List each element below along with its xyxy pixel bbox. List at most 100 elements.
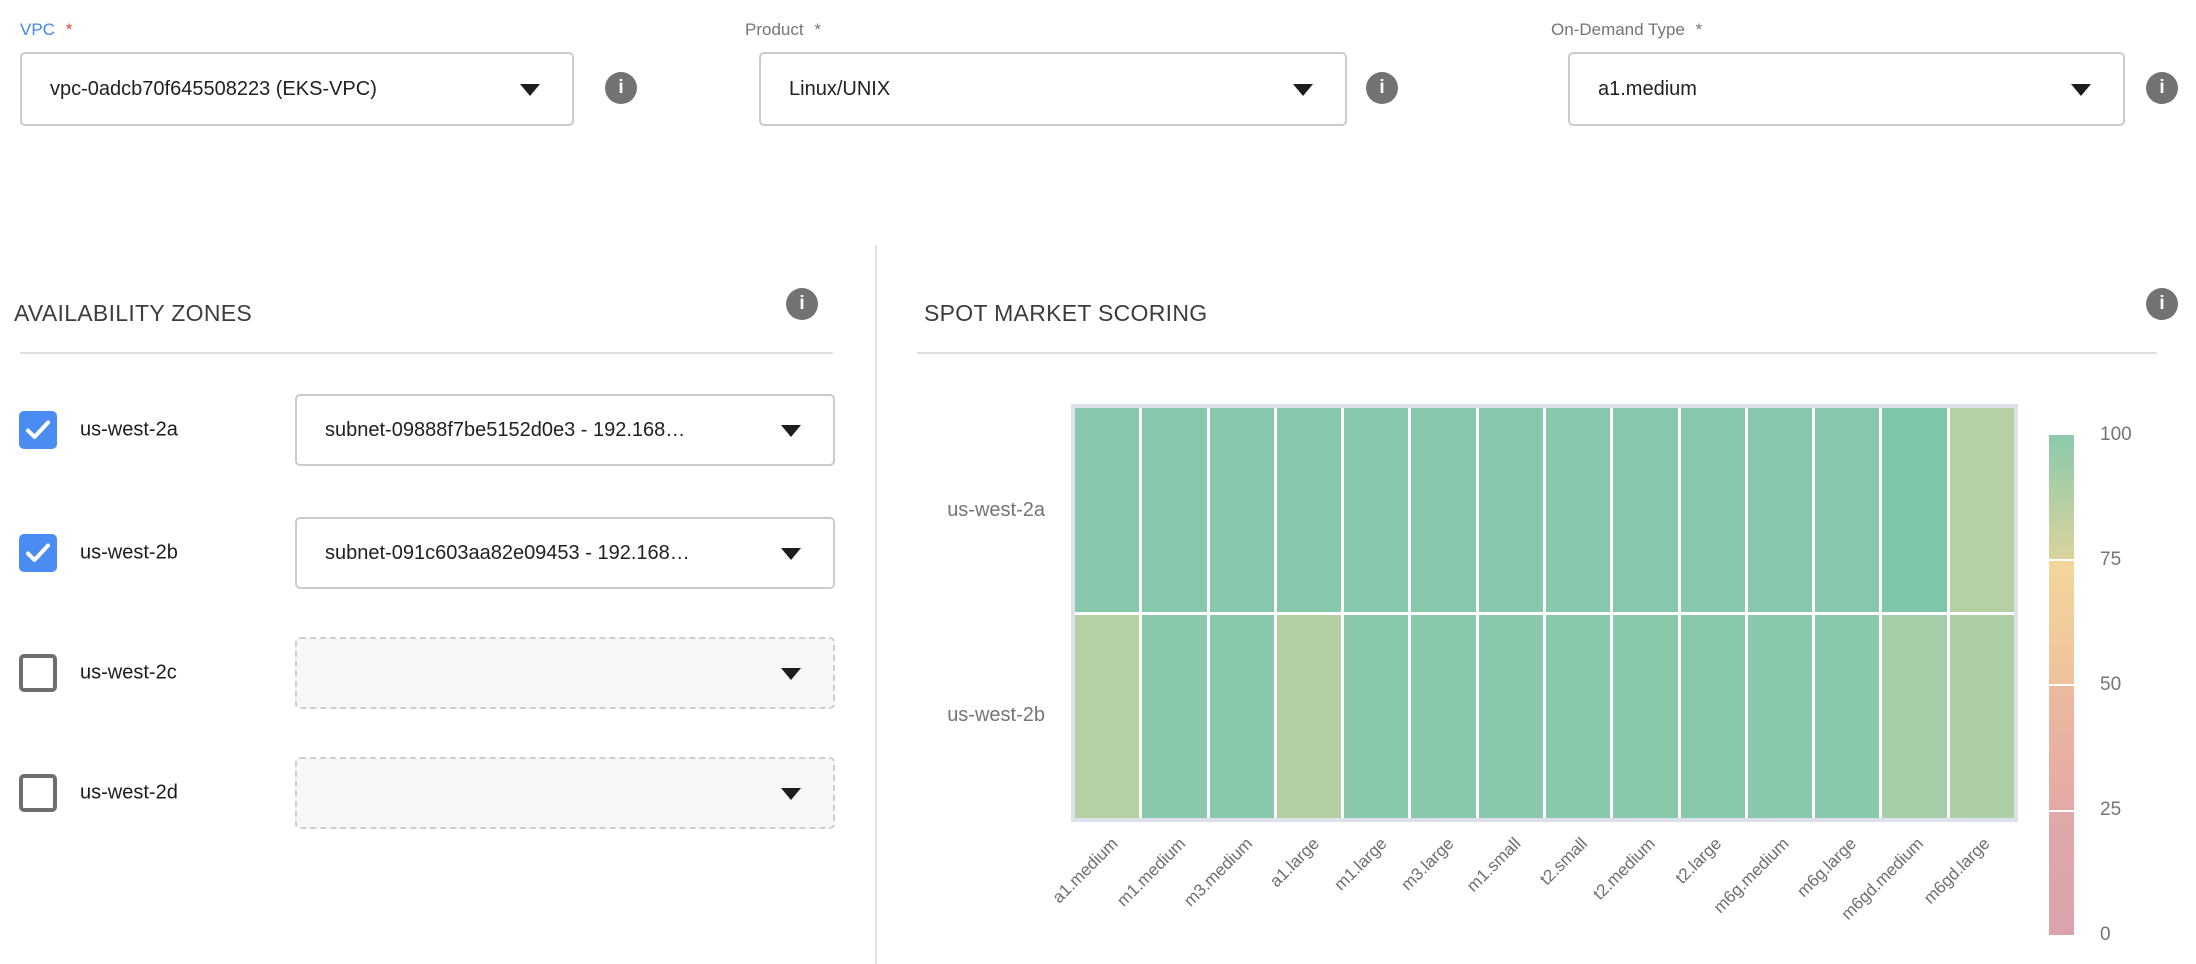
az-checkbox-us-west-2c[interactable] (19, 654, 57, 692)
heatmap-cell-us-west-2b-m3.medium[interactable] (1210, 615, 1274, 819)
heatmap-cell-us-west-2b-t2.medium[interactable] (1613, 615, 1677, 819)
heatmap-cell-us-west-2b-m1.small[interactable] (1479, 615, 1543, 819)
product-info-icon[interactable]: i (1366, 72, 1398, 104)
on-demand-type-required-asterisk: * (1696, 20, 1703, 39)
heatmap-cell-us-west-2b-t2.large[interactable] (1681, 615, 1745, 819)
legend-tick-50: 50 (2100, 674, 2121, 696)
az-subnet-select-us-west-2b[interactable]: subnet-091c603aa82e09453 - 192.168… (295, 517, 835, 589)
product-caret-down-icon (1293, 84, 1313, 96)
heatmap-cell-us-west-2a-t2.medium[interactable] (1613, 408, 1677, 612)
vpc-select-value: vpc-0adcb70f645508223 (EKS-VPC) (50, 78, 377, 101)
heatmap-cell-us-west-2a-a1.medium[interactable] (1075, 408, 1139, 612)
legend-tick-75: 75 (2100, 549, 2121, 571)
heatmap-grid (1071, 404, 2018, 822)
heatmap-cell-us-west-2a-m6gd.medium[interactable] (1882, 408, 1946, 612)
heatmap-cell-us-west-2b-m6gd.large[interactable] (1950, 615, 2014, 819)
az-zone-label: us-west-2a (80, 419, 178, 442)
heatmap-cell-us-west-2a-m3.large[interactable] (1411, 408, 1475, 612)
info-glyph: i (1379, 77, 1384, 99)
heatmap-color-legend (2049, 435, 2074, 935)
heatmap-cell-us-west-2a-m6gd.large[interactable] (1950, 408, 2014, 612)
az-zone-label: us-west-2c (80, 662, 177, 685)
az-row-us-west-2b: us-west-2b subnet-091c603aa82e09453 - 19… (0, 517, 875, 589)
checkmark-icon (19, 534, 57, 572)
heatmap-cell-us-west-2a-t2.small[interactable] (1546, 408, 1610, 612)
heatmap-cell-us-west-2a-m3.medium[interactable] (1210, 408, 1274, 612)
az-row-us-west-2c: us-west-2c (0, 637, 875, 709)
heatmap-x-axis-labels: a1.mediumm1.mediumm3.mediuma1.largem1.la… (1075, 834, 2014, 964)
heatmap-cell-us-west-2b-a1.medium[interactable] (1075, 615, 1139, 819)
on-demand-type-select[interactable]: a1.medium (1568, 52, 2125, 126)
info-glyph: i (618, 77, 623, 99)
heatmap-cell-us-west-2b-t2.small[interactable] (1546, 615, 1610, 819)
heatmap-y-axis-labels: us-west-2aus-west-2b (860, 408, 1045, 818)
legend-tick-25: 25 (2100, 799, 2121, 821)
vpc-label-text: VPC (20, 20, 55, 39)
info-glyph: i (2159, 293, 2164, 315)
az-subnet-select-us-west-2a[interactable]: subnet-09888f7be5152d0e3 - 192.168… (295, 394, 835, 466)
heatmap-y-label-us-west-2b: us-west-2b (860, 613, 1045, 818)
heatmap-cell-us-west-2a-m6g.medium[interactable] (1748, 408, 1812, 612)
info-glyph: i (799, 293, 804, 315)
az-checkbox-us-west-2a[interactable] (19, 411, 57, 449)
on-demand-type-caret-down-icon (2071, 84, 2091, 96)
legend-gradient-segment-2 (2049, 686, 2074, 810)
heatmap-cell-us-west-2a-a1.large[interactable] (1277, 408, 1341, 612)
az-subnet-caret-down-icon (781, 668, 801, 680)
heatmap-cell-us-west-2b-m6g.large[interactable] (1815, 615, 1879, 819)
heatmap-cell-us-west-2a-m1.small[interactable] (1479, 408, 1543, 612)
az-zone-label: us-west-2b (80, 542, 178, 565)
availability-zones-info-icon[interactable]: i (786, 288, 818, 320)
az-checkbox-us-west-2b[interactable] (19, 534, 57, 572)
az-subnet-select-us-west-2d (295, 757, 835, 829)
az-subnet-caret-down-icon (781, 548, 801, 560)
heatmap-cell-us-west-2b-m6gd.medium[interactable] (1882, 615, 1946, 819)
legend-tick-0: 0 (2100, 924, 2111, 946)
legend-gradient-segment-3 (2049, 812, 2074, 936)
heatmap-cell-us-west-2b-a1.large[interactable] (1277, 615, 1341, 819)
vpc-required-asterisk: * (66, 20, 73, 39)
product-select-value: Linux/UNIX (789, 78, 890, 101)
heatmap-cell-us-west-2a-m1.large[interactable] (1344, 408, 1408, 612)
on-demand-type-label: On-Demand Type * (1551, 20, 1702, 40)
checkmark-icon (19, 411, 57, 449)
heatmap-cell-us-west-2b-m1.large[interactable] (1344, 615, 1408, 819)
spot-market-scoring-divider (917, 352, 2157, 354)
az-subnet-value: subnet-09888f7be5152d0e3 - 192.168… (325, 419, 685, 442)
spot-market-scoring-title: SPOT MARKET SCORING (924, 300, 1207, 327)
heatmap-cell-us-west-2b-m6g.medium[interactable] (1748, 615, 1812, 819)
product-label-text: Product (745, 20, 804, 39)
spot-instance-config-page: VPC * vpc-0adcb70f645508223 (EKS-VPC) i … (0, 0, 2196, 964)
vpc-label: VPC * (20, 20, 72, 40)
legend-tick-100: 100 (2100, 424, 2132, 446)
legend-gradient-segment-0 (2049, 435, 2074, 559)
az-subnet-caret-down-icon (781, 425, 801, 437)
info-glyph: i (2159, 77, 2164, 99)
vpc-caret-down-icon (520, 84, 540, 96)
heatmap-cell-us-west-2a-m6g.large[interactable] (1815, 408, 1879, 612)
spot-market-scoring-info-icon[interactable]: i (2146, 288, 2178, 320)
az-row-us-west-2a: us-west-2a subnet-09888f7be5152d0e3 - 19… (0, 394, 875, 466)
heatmap-y-label-us-west-2a: us-west-2a (860, 408, 1045, 613)
availability-zones-title: AVAILABILITY ZONES (14, 300, 252, 327)
heatmap-cell-us-west-2a-t2.large[interactable] (1681, 408, 1745, 612)
on-demand-type-label-text: On-Demand Type (1551, 20, 1685, 39)
product-required-asterisk: * (814, 20, 821, 39)
az-zone-label: us-west-2d (80, 782, 178, 805)
az-subnet-select-us-west-2c (295, 637, 835, 709)
product-select[interactable]: Linux/UNIX (759, 52, 1347, 126)
vpc-select[interactable]: vpc-0adcb70f645508223 (EKS-VPC) (20, 52, 574, 126)
heatmap-cell-us-west-2b-m3.large[interactable] (1411, 615, 1475, 819)
az-subnet-caret-down-icon (781, 788, 801, 800)
product-label: Product * (745, 20, 821, 40)
az-row-us-west-2d: us-west-2d (0, 757, 875, 829)
availability-zones-divider (20, 352, 833, 354)
vpc-info-icon[interactable]: i (605, 72, 637, 104)
on-demand-type-info-icon[interactable]: i (2146, 72, 2178, 104)
legend-gradient-segment-1 (2049, 561, 2074, 685)
az-checkbox-us-west-2d[interactable] (19, 774, 57, 812)
heatmap-cell-us-west-2a-m1.medium[interactable] (1142, 408, 1206, 612)
az-subnet-value: subnet-091c603aa82e09453 - 192.168… (325, 542, 690, 565)
on-demand-type-select-value: a1.medium (1598, 78, 1697, 101)
heatmap-cell-us-west-2b-m1.medium[interactable] (1142, 615, 1206, 819)
